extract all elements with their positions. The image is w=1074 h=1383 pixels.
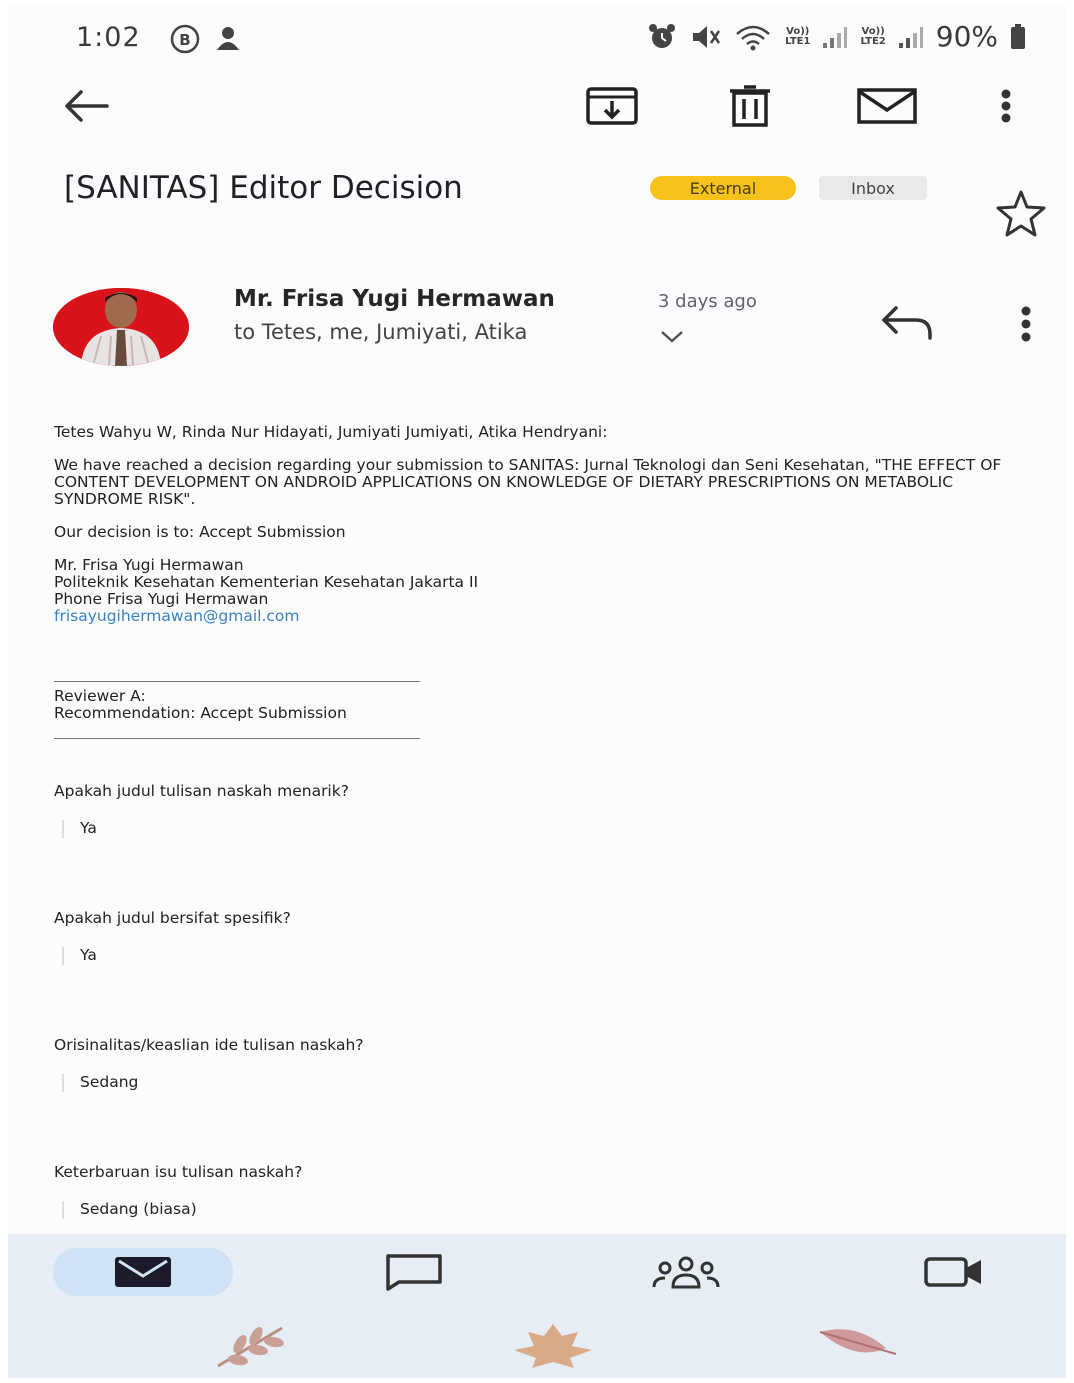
- spaces-icon: [652, 1256, 720, 1289]
- external-label: External: [650, 176, 796, 200]
- recipients[interactable]: to Tetes, me, Jumiyati, Atika: [234, 320, 527, 344]
- archive-icon: [586, 87, 638, 125]
- recommendation: Recommendation: Accept Submission: [54, 704, 347, 722]
- reply-icon: [882, 306, 932, 340]
- back-button[interactable]: [60, 84, 112, 128]
- sender-name: Mr. Frisa Yugi Hermawan: [234, 286, 555, 312]
- battery-icon: [1011, 23, 1025, 49]
- status-bar: 1:02 B Vo)) LTE1 Vo)) LTE2 90%: [8, 6, 1066, 70]
- signal-bars-icon: [823, 26, 848, 48]
- subject-row: [SANITAS] Editor Decision External Inbox: [64, 166, 1046, 237]
- leaf-decoration: [819, 1329, 897, 1355]
- decision-paragraph: We have reached a decision regarding you…: [54, 456, 1002, 508]
- signature-email-link[interactable]: frisayugihermawan@gmail.com: [54, 608, 1044, 625]
- battery-percent: 90%: [935, 20, 998, 53]
- arrow-left-icon: [65, 90, 109, 122]
- sender-photo: [53, 288, 189, 366]
- email-subject: [SANITAS] Editor Decision: [64, 170, 463, 206]
- more-vertical-icon: [1001, 89, 1011, 123]
- qa-item: Orisinalitas/keaslian ide tulisan naskah…: [54, 1037, 1044, 1092]
- answer: Ya: [62, 820, 1044, 838]
- notification-app-icon: [217, 27, 239, 50]
- recipients-expand-button[interactable]: [658, 326, 686, 346]
- maple-leaf-decoration: [514, 1324, 592, 1368]
- sim2-indicator: Vo)) LTE2: [860, 25, 886, 47]
- answer: Sedang (biasa): [62, 1201, 1044, 1219]
- alarm-icon: [649, 23, 676, 48]
- email-body: Tetes Wahyu W, Rinda Nur Hidayati, Jumiy…: [54, 424, 1044, 1219]
- bottom-navigation: [8, 1234, 1066, 1378]
- question: Orisinalitas/keaslian ide tulisan naskah…: [54, 1036, 364, 1054]
- message-more-button[interactable]: [1008, 304, 1044, 344]
- reply-button[interactable]: [878, 302, 938, 342]
- screen: 1:02 B Vo)) LTE1 Vo)) LTE2 90% [SANITAS]…: [8, 6, 1066, 1378]
- status-time: 1:02: [76, 22, 141, 53]
- nav-mail[interactable]: [53, 1248, 233, 1296]
- reviewer-label: Reviewer A:: [54, 687, 146, 705]
- sim1-indicator: Vo)) LTE1: [785, 25, 811, 47]
- decision-line: Our decision is to: Accept Submission: [54, 523, 346, 541]
- trash-icon: [730, 85, 770, 127]
- greeting: Tetes Wahyu W, Rinda Nur Hidayati, Jumiy…: [54, 423, 608, 441]
- delete-button[interactable]: [724, 84, 776, 128]
- mute-icon: [693, 25, 721, 48]
- star-button[interactable]: [994, 188, 1048, 242]
- signature-phone: Phone Frisa Yugi Hermawan: [54, 590, 269, 608]
- video-camera-icon: [924, 1257, 981, 1287]
- answer: Sedang: [62, 1074, 1044, 1092]
- archive-button[interactable]: [586, 84, 638, 128]
- email-toolbar: [8, 76, 1066, 136]
- mail-icon: [115, 1257, 171, 1287]
- signature: Mr. Frisa Yugi Hermawan Politeknik Keseh…: [54, 557, 1044, 625]
- question: Keterbaruan isu tulisan naskah?: [54, 1163, 303, 1181]
- more-vertical-icon: [1021, 306, 1031, 342]
- more-options-button[interactable]: [990, 84, 1022, 128]
- inbox-label[interactable]: Inbox: [819, 176, 927, 200]
- nav-spaces[interactable]: [596, 1248, 776, 1296]
- qa-item: Apakah judul bersifat spesifik? Ya: [54, 910, 1044, 965]
- sent-time: 3 days ago: [658, 291, 757, 312]
- question: Apakah judul bersifat spesifik?: [54, 909, 291, 927]
- divider: [54, 681, 420, 682]
- qa-item: Apakah judul tulisan naskah menarik? Ya: [54, 783, 1044, 838]
- b-circle-icon: B: [170, 24, 200, 54]
- star-icon: [996, 190, 1046, 237]
- nav-meet[interactable]: [864, 1248, 1044, 1296]
- signature-name: Mr. Frisa Yugi Hermawan: [54, 556, 244, 574]
- chat-icon: [386, 1254, 442, 1291]
- mail-icon: [857, 88, 917, 124]
- avatar[interactable]: [53, 288, 189, 366]
- leaf-decoration: [217, 1326, 284, 1368]
- chevron-down-icon: [661, 331, 683, 343]
- nav-chat[interactable]: [324, 1248, 504, 1296]
- divider: [54, 738, 420, 739]
- svg-text:B: B: [179, 31, 190, 49]
- signature-institution: Politeknik Kesehatan Kementerian Kesehat…: [54, 573, 479, 591]
- question: Apakah judul tulisan naskah menarik?: [54, 782, 349, 800]
- wifi-icon: [736, 25, 770, 50]
- signal-bars-icon: [898, 26, 923, 48]
- mark-unread-button[interactable]: [856, 84, 918, 128]
- answer: Ya: [62, 947, 1044, 965]
- qa-item: Keterbaruan isu tulisan naskah? Sedang (…: [54, 1164, 1044, 1219]
